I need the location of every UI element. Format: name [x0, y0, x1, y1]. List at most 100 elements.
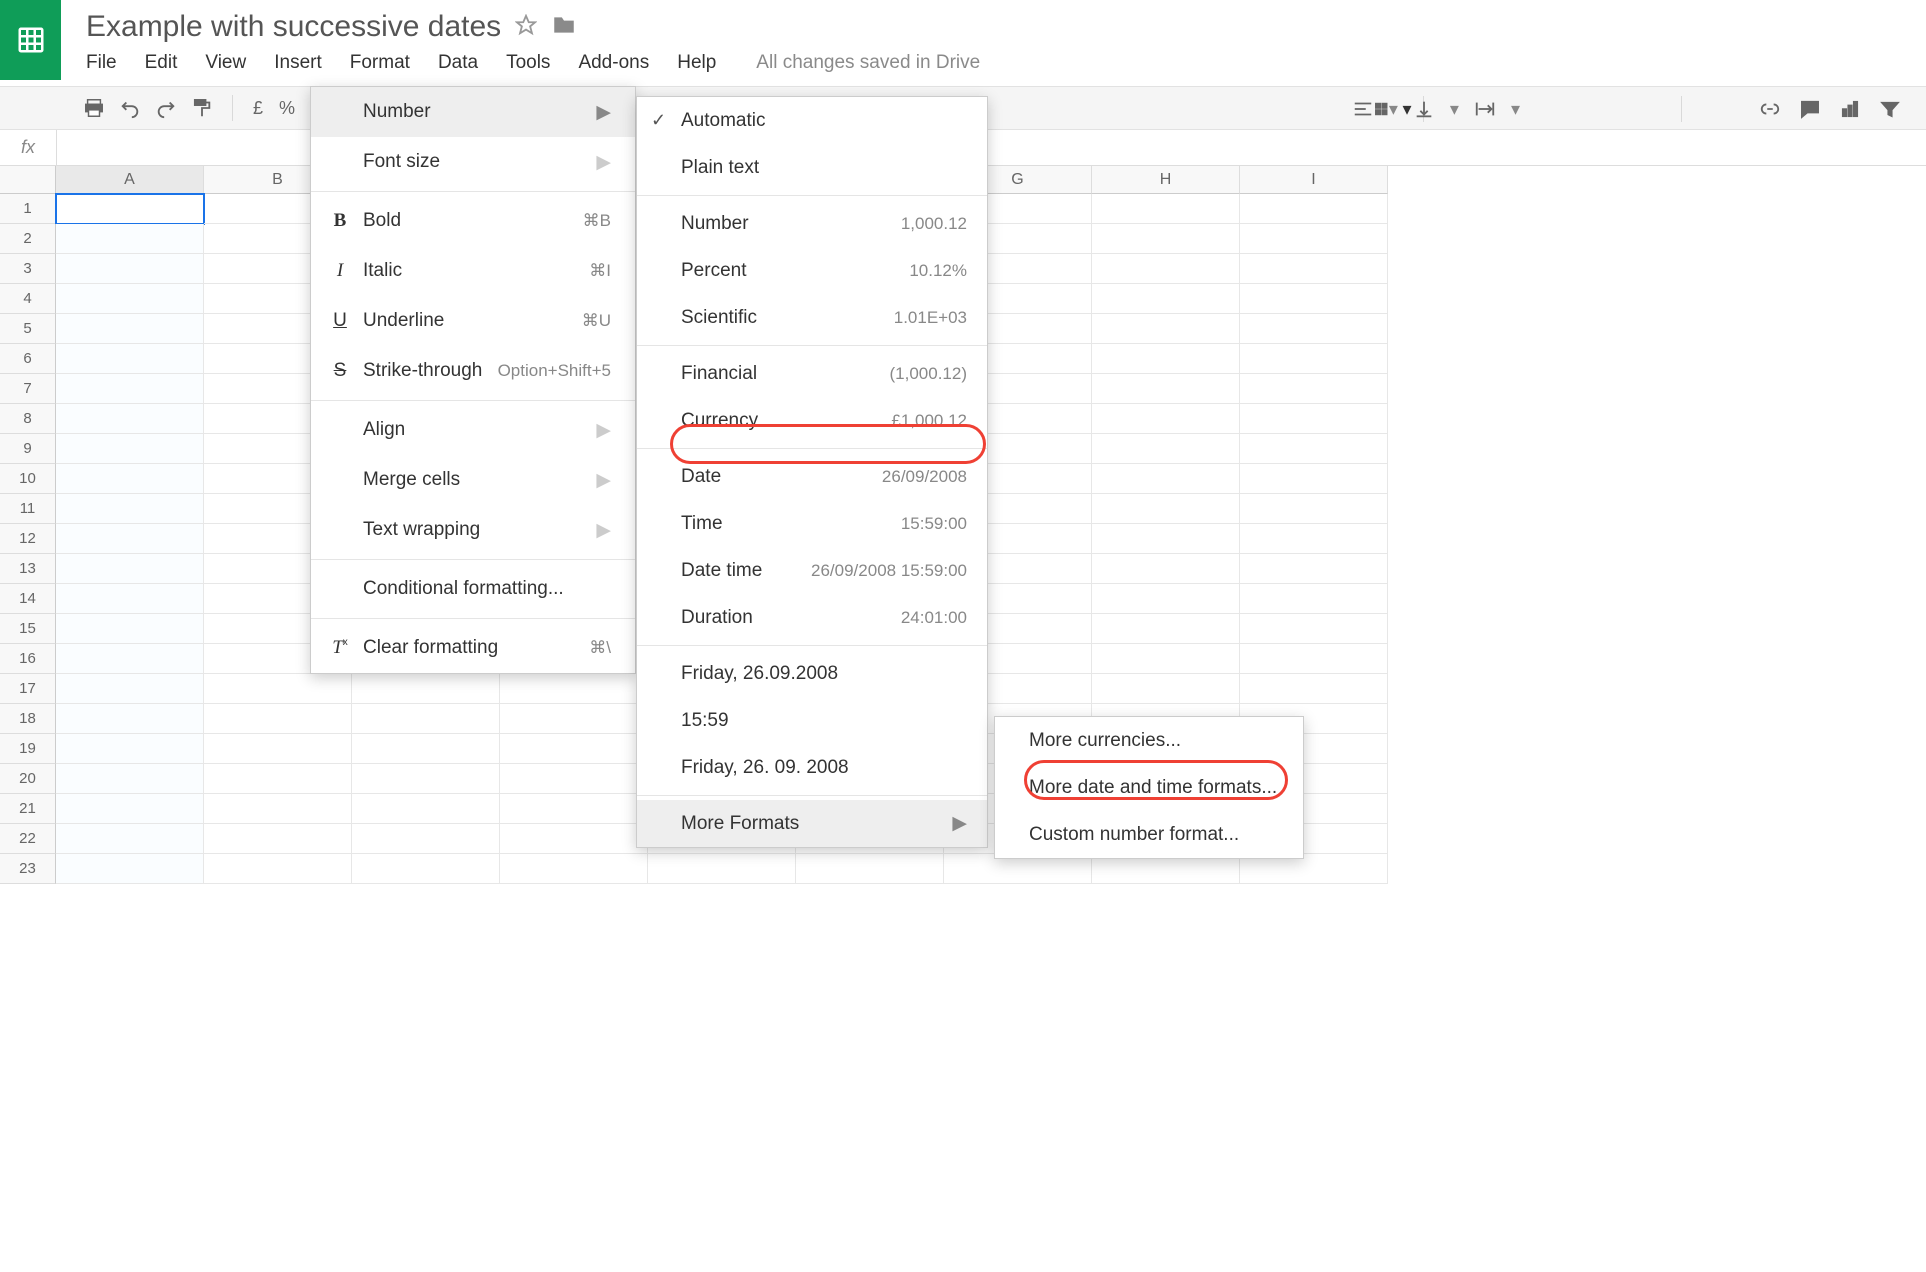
- cell[interactable]: [1092, 344, 1240, 374]
- cell[interactable]: [1240, 224, 1388, 254]
- cell[interactable]: [500, 704, 648, 734]
- menu-insert[interactable]: Insert: [274, 52, 322, 74]
- cell[interactable]: [352, 794, 500, 824]
- cell[interactable]: [204, 794, 352, 824]
- row-header[interactable]: 16: [0, 644, 56, 674]
- format-fontsize-item[interactable]: Font size▶: [311, 137, 635, 187]
- cell[interactable]: [56, 434, 204, 464]
- cell[interactable]: [204, 824, 352, 854]
- numfmt-date[interactable]: Date26/09/2008: [637, 453, 987, 500]
- row-header[interactable]: 4: [0, 284, 56, 314]
- cell[interactable]: [500, 824, 648, 854]
- star-icon[interactable]: [515, 14, 537, 41]
- cell[interactable]: [1240, 464, 1388, 494]
- row-header[interactable]: 22: [0, 824, 56, 854]
- menu-format[interactable]: Format: [350, 52, 410, 74]
- cell[interactable]: [1240, 614, 1388, 644]
- cell[interactable]: [500, 854, 648, 884]
- app-icon[interactable]: [0, 0, 61, 80]
- cell[interactable]: [56, 344, 204, 374]
- cell[interactable]: [1092, 284, 1240, 314]
- select-all-corner[interactable]: [0, 166, 56, 194]
- cell[interactable]: [1092, 554, 1240, 584]
- row-header[interactable]: 23: [0, 854, 56, 884]
- cell[interactable]: [1240, 254, 1388, 284]
- cell[interactable]: [1092, 614, 1240, 644]
- cell[interactable]: [56, 584, 204, 614]
- cell[interactable]: [648, 854, 796, 884]
- menu-tools[interactable]: Tools: [506, 52, 550, 74]
- cell[interactable]: [56, 734, 204, 764]
- row-header[interactable]: 20: [0, 764, 56, 794]
- cell[interactable]: [1240, 554, 1388, 584]
- format-clear-item[interactable]: Tx Clear formatting⌘\: [311, 623, 635, 673]
- cell[interactable]: [56, 824, 204, 854]
- format-strike-item[interactable]: S Strike-throughOption+Shift+5: [311, 346, 635, 396]
- column-header[interactable]: I: [1240, 166, 1388, 194]
- cell[interactable]: [1092, 494, 1240, 524]
- cell[interactable]: [1092, 584, 1240, 614]
- cell[interactable]: [352, 854, 500, 884]
- numfmt-datetime[interactable]: Date time26/09/2008 15:59:00: [637, 547, 987, 594]
- cell[interactable]: [1240, 494, 1388, 524]
- cell[interactable]: [1240, 314, 1388, 344]
- cell[interactable]: [1092, 524, 1240, 554]
- cell[interactable]: [1092, 254, 1240, 284]
- row-header[interactable]: 18: [0, 704, 56, 734]
- menu-edit[interactable]: Edit: [145, 52, 178, 74]
- cell[interactable]: [56, 404, 204, 434]
- redo-icon[interactable]: [152, 94, 180, 122]
- numfmt-number[interactable]: Number1,000.12: [637, 200, 987, 247]
- cell[interactable]: [56, 524, 204, 554]
- cell[interactable]: [56, 464, 204, 494]
- cell[interactable]: [1092, 224, 1240, 254]
- cell[interactable]: [500, 734, 648, 764]
- row-header[interactable]: 6: [0, 344, 56, 374]
- format-number-item[interactable]: Number▶: [311, 87, 635, 137]
- cell[interactable]: [352, 764, 500, 794]
- cell[interactable]: [56, 284, 204, 314]
- cell[interactable]: [352, 824, 500, 854]
- cell[interactable]: [1240, 404, 1388, 434]
- menu-data[interactable]: Data: [438, 52, 478, 74]
- column-header[interactable]: A: [56, 166, 204, 194]
- cell[interactable]: [1240, 374, 1388, 404]
- cell[interactable]: [1240, 344, 1388, 374]
- format-wrap-item[interactable]: Text wrapping▶: [311, 505, 635, 555]
- cell[interactable]: [56, 614, 204, 644]
- row-header[interactable]: 2: [0, 224, 56, 254]
- cell[interactable]: [56, 794, 204, 824]
- cell[interactable]: [500, 674, 648, 704]
- numfmt-duration[interactable]: Duration24:01:00: [637, 594, 987, 641]
- cell[interactable]: [204, 854, 352, 884]
- row-header[interactable]: 13: [0, 554, 56, 584]
- row-header[interactable]: 3: [0, 254, 56, 284]
- row-header[interactable]: 1: [0, 194, 56, 224]
- numfmt-currency[interactable]: Currency£1,000.12: [637, 397, 987, 444]
- currency-format-button[interactable]: £: [249, 98, 267, 119]
- format-italic-item[interactable]: I Italic⌘I: [311, 246, 635, 296]
- cell[interactable]: [1240, 674, 1388, 704]
- text-wrap-icon[interactable]: [1471, 95, 1499, 123]
- row-header[interactable]: 14: [0, 584, 56, 614]
- row-header[interactable]: 7: [0, 374, 56, 404]
- cell[interactable]: [352, 704, 500, 734]
- cell[interactable]: [204, 674, 352, 704]
- row-header[interactable]: 12: [0, 524, 56, 554]
- cell[interactable]: [56, 314, 204, 344]
- format-underline-item[interactable]: U Underline⌘U: [311, 296, 635, 346]
- row-header[interactable]: 19: [0, 734, 56, 764]
- more-currencies-item[interactable]: More currencies...: [995, 717, 1303, 764]
- cell[interactable]: [1240, 284, 1388, 314]
- row-header[interactable]: 17: [0, 674, 56, 704]
- numfmt-plaintext[interactable]: Plain text: [637, 144, 987, 191]
- cell[interactable]: [204, 704, 352, 734]
- row-header[interactable]: 9: [0, 434, 56, 464]
- numfmt-more-formats[interactable]: More Formats▶: [637, 800, 987, 847]
- align-vertical-icon[interactable]: [1410, 95, 1438, 123]
- paint-format-icon[interactable]: [188, 94, 216, 122]
- cell[interactable]: [1092, 314, 1240, 344]
- cell[interactable]: [1092, 374, 1240, 404]
- numfmt-custom1[interactable]: Friday, 26.09.2008: [637, 650, 987, 697]
- cell[interactable]: [56, 194, 204, 224]
